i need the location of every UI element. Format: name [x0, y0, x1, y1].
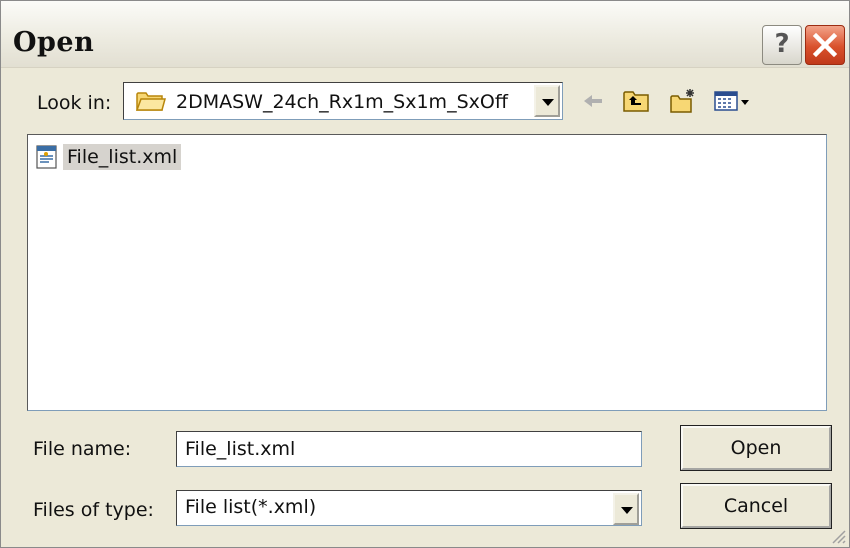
look-in-dropdown-arrow[interactable] [534, 85, 560, 117]
folder-icon [136, 92, 166, 111]
view-menu-icon[interactable] [713, 87, 751, 115]
files-of-type-value: File list(*.xml) [185, 496, 317, 518]
window-title: Open [13, 27, 95, 58]
xml-file-icon [36, 145, 57, 169]
files-of-type-dropdown-arrow[interactable] [613, 493, 639, 525]
close-button[interactable] [805, 25, 845, 65]
look-in-dropdown[interactable]: 2DMASW_24ch_Rx1m_Sx1m_SxOff [123, 82, 563, 120]
look-in-value: 2DMASW_24ch_Rx1m_Sx1m_SxOff [176, 91, 508, 113]
open-button[interactable]: Open [680, 425, 832, 471]
help-icon: ? [774, 29, 790, 59]
open-dialog: Open ? Look in: 2DMASW_24ch_Rx1m_Sx1m_Sx… [0, 0, 850, 548]
files-of-type-label: Files of type: [33, 499, 154, 521]
help-button[interactable]: ? [762, 25, 802, 65]
close-icon [812, 32, 838, 58]
file-name-label: File_list.xml [63, 144, 182, 170]
look-in-label: Look in: [37, 92, 112, 114]
resize-grip-icon[interactable] [829, 527, 847, 545]
new-folder-icon[interactable] [669, 87, 697, 115]
title-bar[interactable]: Open ? [1, 1, 849, 68]
file-name-input[interactable] [176, 431, 642, 467]
up-folder-icon[interactable] [622, 87, 650, 115]
files-of-type-select[interactable]: File list(*.xml) [176, 490, 642, 526]
file-name-label: File name: [33, 438, 132, 460]
back-arrow-icon[interactable] [580, 87, 608, 115]
list-item[interactable]: File_list.xml [34, 142, 182, 172]
cancel-button[interactable]: Cancel [680, 483, 832, 529]
file-list[interactable]: File_list.xml [27, 134, 827, 411]
